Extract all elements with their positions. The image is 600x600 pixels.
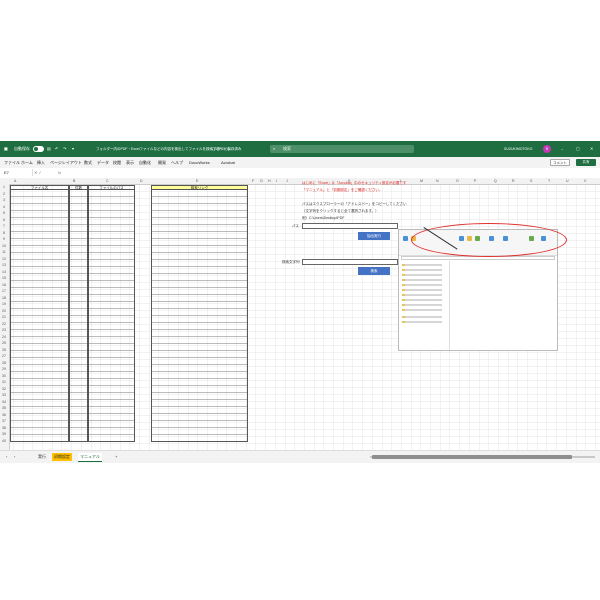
column-letter[interactable]: Q — [494, 178, 497, 184]
tree-item — [402, 309, 442, 311]
tree-item — [402, 264, 442, 266]
keyword-label: 検索文字列 — [282, 260, 300, 264]
menu-item-file[interactable]: ファイル — [4, 157, 20, 168]
search-box[interactable]: ⌕ 検索 — [270, 145, 414, 153]
column-letter[interactable]: V — [584, 178, 586, 184]
tree-item — [402, 284, 442, 286]
search-link-column[interactable] — [151, 190, 248, 442]
tab-manual[interactable]: マニュアル — [78, 453, 102, 462]
tree-item — [402, 289, 442, 291]
tab-initial-settings[interactable]: 初期設定 — [52, 453, 72, 461]
menu-item-acrobat[interactable]: Acrobat — [221, 157, 235, 168]
next-sheet-icon[interactable]: › — [12, 453, 17, 461]
column-letter[interactable]: H — [268, 178, 271, 184]
undo-icon[interactable]: ↶ — [55, 141, 58, 157]
row-header: 1 2 3 4 5 6 7 8 9 10 11 12 13 14 15 16 17 18 19 20 21 22 23 24 2… — [0, 184, 10, 450]
column-header: ABCDEFGHIJKLMNOPQRSTUV — [0, 178, 600, 185]
fx-icon[interactable]: fx — [58, 169, 61, 176]
search-input[interactable]: 検索 — [283, 145, 291, 153]
user-name[interactable]: SUZUKIMOTOKO — [504, 141, 532, 157]
column-letter[interactable]: A — [14, 178, 16, 184]
explorer-tree — [399, 261, 450, 350]
column-letter[interactable]: N — [436, 178, 439, 184]
save-location[interactable]: このPCに保存済み — [212, 141, 241, 157]
column-letter[interactable]: J — [286, 178, 288, 184]
run-button[interactable]: 抽出実行 — [358, 232, 390, 240]
name-box[interactable]: E7 — [4, 169, 33, 176]
minimize-icon[interactable]: – — [561, 141, 563, 157]
column-letter[interactable]: M — [420, 178, 423, 184]
row-number[interactable]: 40 — [0, 438, 8, 445]
tree-item — [402, 299, 442, 301]
tree-item — [402, 304, 442, 306]
tree-item — [402, 321, 442, 323]
add-sheet-button[interactable]: + — [113, 453, 119, 461]
title-bar: ▣ 自動保存 ▤ ↶ ↷ ▾ フォルダー内のPDF・Excelファイルなどの内容… — [0, 141, 600, 157]
menu-item-formulas[interactable]: 数式 — [84, 157, 92, 168]
path-instruction-2: （文字列をクリックすると全て選択されます。） — [302, 209, 379, 213]
tree-item — [402, 316, 442, 318]
excel-window: ▣ 自動保存 ▤ ↶ ↷ ▾ フォルダー内のPDF・Excelファイルなどの内容… — [0, 141, 600, 463]
highlight-ellipse — [411, 223, 567, 257]
column-letter[interactable]: U — [566, 178, 569, 184]
tree-item — [402, 274, 442, 276]
path-input[interactable] — [302, 223, 398, 229]
manual-note: 「マニュアル」と「初期設定」をご確認ください。 — [302, 188, 383, 192]
extension-column[interactable] — [69, 190, 88, 442]
excel-logo-icon: ▣ — [4, 146, 8, 151]
column-letter[interactable]: D — [140, 178, 143, 184]
share-button[interactable]: 共有 — [576, 159, 596, 166]
close-icon[interactable]: ✕ — [590, 141, 593, 157]
file-path-column[interactable] — [88, 190, 135, 442]
column-letter[interactable]: B — [73, 178, 75, 184]
menu-item-home[interactable]: ホーム — [21, 157, 33, 168]
menu-item-help[interactable]: ヘルプ — [171, 157, 183, 168]
scrollbar-thumb[interactable] — [372, 455, 572, 459]
maximize-icon[interactable]: ▢ — [576, 141, 580, 157]
column-letter[interactable]: O — [456, 178, 459, 184]
menu-item-data[interactable]: データ — [97, 157, 109, 168]
chevron-down-icon[interactable]: ▾ — [72, 141, 74, 157]
save-icon[interactable]: ▤ — [47, 141, 51, 157]
tree-item — [402, 279, 442, 281]
autosave-toggle[interactable] — [33, 146, 44, 152]
column-letter[interactable]: F — [252, 178, 254, 184]
path-example: 例）C:\Users\Desktop\PDF — [302, 216, 345, 220]
column-letter[interactable]: G — [260, 178, 263, 184]
column-letter[interactable]: I — [276, 178, 277, 184]
column-letter[interactable]: E — [196, 178, 198, 184]
column-letter[interactable]: C — [106, 178, 109, 184]
keyword-input[interactable] — [302, 259, 398, 265]
menu-item-automate[interactable]: 自動化 — [139, 157, 151, 168]
menu-item-page-layout[interactable]: ページレイアウト — [50, 157, 82, 168]
comment-button[interactable]: コメント — [550, 159, 570, 166]
menu-item-view[interactable]: 表示 — [126, 157, 134, 168]
column-letter[interactable]: S — [530, 178, 532, 184]
cancel-icon[interactable]: ✕ ✓ — [34, 169, 42, 176]
path-label: パス — [292, 224, 299, 228]
sheet-tab-bar: ‹ › 実行 初期設定 マニュアル + — [0, 450, 600, 463]
tab-run[interactable]: 実行 — [36, 453, 48, 461]
avatar[interactable]: S — [543, 145, 551, 153]
security-note: はじめに「Excel」＆「Acrobat」中のセキュリティ設定が必要です — [302, 181, 407, 185]
search-icon: ⌕ — [273, 146, 276, 151]
menu-item-developer[interactable]: 開発 — [158, 157, 166, 168]
path-instruction: パスはエクスプローラーの「アドレスバー」をコピーしてください — [302, 202, 407, 206]
tree-item — [402, 269, 442, 271]
menu-item-review[interactable]: 校閲 — [113, 157, 121, 168]
file-name-column[interactable] — [10, 190, 69, 442]
prev-sheet-icon[interactable]: ‹ — [4, 453, 9, 461]
explorer-tool-icon — [403, 236, 408, 241]
column-letter[interactable]: P — [474, 178, 476, 184]
menu-item-docuworks[interactable]: DocuWorks — [189, 157, 210, 168]
column-letter[interactable]: R — [512, 178, 515, 184]
menu-item-insert[interactable]: 挿入 — [37, 157, 45, 168]
autosave-label: 自動保存 — [14, 146, 30, 151]
column-letter[interactable]: T — [548, 178, 550, 184]
redo-icon[interactable]: ↷ — [63, 141, 66, 157]
search-button[interactable]: 検索 — [358, 267, 390, 275]
tree-item — [402, 294, 442, 296]
